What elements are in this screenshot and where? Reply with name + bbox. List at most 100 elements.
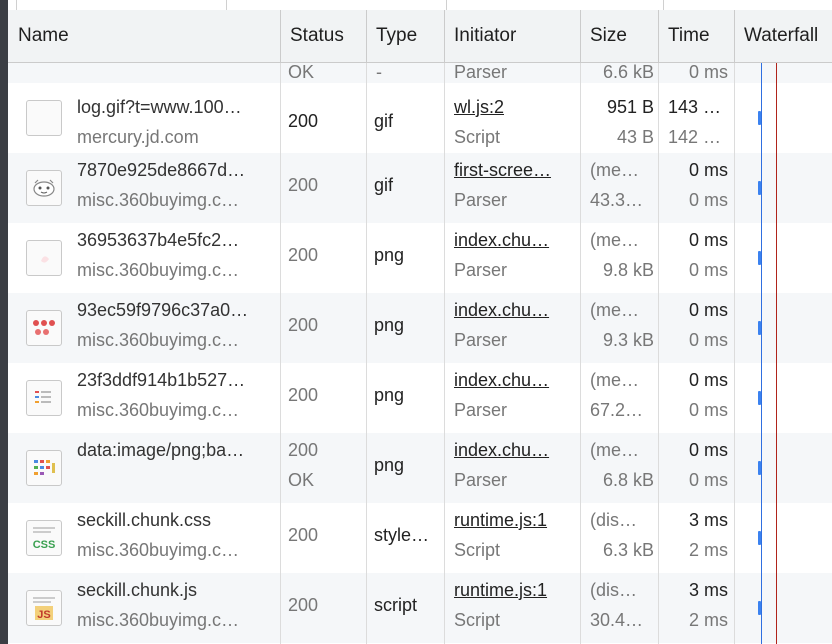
column-header-name[interactable]: Name: [8, 10, 280, 62]
mascot-image-icon: [26, 170, 62, 206]
colorful-sprite-image-icon: [26, 450, 62, 486]
initiator-sub: Parser: [454, 190, 508, 210]
table-row-partial[interactable]: OK - Parser 6.6 kB 0 ms: [8, 63, 832, 83]
initiator-sub: Script: [454, 540, 501, 560]
type-text: script: [374, 595, 418, 615]
time-text: 143 …: [668, 97, 722, 117]
resource-size-text: 6.3 kB: [602, 540, 654, 560]
initiator-link[interactable]: index.chu…: [454, 230, 549, 251]
waterfall-bar: [758, 461, 761, 475]
latency-text: 0 ms: [688, 190, 728, 210]
time-text: 0 ms: [688, 440, 728, 460]
initiator-sub: Parser: [454, 63, 508, 82]
initiator-link[interactable]: runtime.js:1: [454, 580, 547, 601]
size-text: (dis…: [590, 580, 638, 600]
waterfall-bar: [758, 321, 761, 335]
table-row[interactable]: log.gif?t=www.100… mercury.jd.com 200 gi…: [8, 83, 832, 153]
initiator-sub: Parser: [454, 330, 508, 350]
column-header-initiator[interactable]: Initiator: [444, 10, 580, 62]
latency-text: 142 …: [668, 127, 722, 147]
svg-text:JS: JS: [37, 609, 50, 621]
table-row[interactable]: data:image/png;ba… 200 OK png index.chu……: [8, 433, 832, 503]
status-text: 200: [288, 245, 319, 265]
list-image-icon: [26, 380, 62, 416]
network-panel: Name Status Type Initiator Size Time Wat…: [0, 0, 832, 644]
table-row[interactable]: 7870e925de8667d… misc.360buyimg.c… 200 g…: [8, 153, 832, 223]
request-domain: misc.360buyimg.c…: [77, 190, 240, 210]
table-header: Name Status Type Initiator Size Time Wat…: [8, 10, 832, 63]
waterfall-bar: [758, 601, 761, 615]
column-header-status[interactable]: Status: [280, 10, 366, 62]
table-row[interactable]: CSS seckill.chunk.css misc.360buyimg.c… …: [8, 503, 832, 573]
column-divider[interactable]: [280, 63, 281, 644]
column-header-type[interactable]: Type: [366, 10, 444, 62]
resource-size-text: 6.8 kB: [602, 470, 654, 490]
request-name[interactable]: 23f3ddf914b1b527…: [77, 370, 245, 391]
column-divider[interactable]: [658, 63, 659, 644]
size-text: (me…: [590, 440, 639, 460]
resource-size-text: 67.2…: [590, 400, 644, 420]
load-event-line: [776, 63, 777, 644]
size-text: (me…: [590, 370, 639, 390]
table-row[interactable]: 93ec59f9796c37a0… misc.360buyimg.c… 200 …: [8, 293, 832, 363]
request-domain: misc.360buyimg.c…: [77, 400, 240, 420]
dom-content-loaded-line: [761, 63, 762, 644]
type-text: png: [374, 315, 405, 335]
type-text: -: [376, 63, 382, 82]
waterfall-bar: [758, 391, 761, 405]
column-divider[interactable]: [444, 63, 445, 644]
initiator-link[interactable]: runtime.js:1: [454, 510, 547, 531]
column-header-time[interactable]: Time: [658, 10, 734, 62]
initiator-link[interactable]: index.chu…: [454, 440, 549, 461]
type-text: png: [374, 455, 405, 475]
type-text: style…: [374, 525, 430, 545]
waterfall-bar: [758, 111, 761, 125]
request-name[interactable]: 7870e925de8667d…: [77, 160, 245, 181]
initiator-sub: Script: [454, 127, 501, 147]
time-text: 0 ms: [688, 230, 728, 250]
status-text: OK: [288, 63, 315, 82]
request-domain: misc.360buyimg.c…: [77, 540, 240, 560]
request-domain: misc.360buyimg.c…: [77, 260, 240, 280]
initiator-sub: Parser: [454, 260, 508, 280]
type-text: gif: [374, 175, 394, 195]
waterfall-bar: [758, 181, 761, 195]
latency-text: 0 ms: [688, 470, 728, 490]
initiator-sub: Parser: [454, 400, 508, 420]
column-divider[interactable]: [366, 63, 367, 644]
request-name[interactable]: log.gif?t=www.100…: [77, 97, 242, 118]
column-divider[interactable]: [580, 63, 581, 644]
latency-text: 0 ms: [688, 260, 728, 280]
type-text: png: [374, 385, 405, 405]
column-header-size[interactable]: Size: [580, 10, 658, 62]
latency-text: 2 ms: [688, 610, 728, 630]
time-text: 0 ms: [688, 160, 728, 180]
request-name[interactable]: 36953637b4e5fc2…: [77, 230, 239, 251]
table-row[interactable]: 23f3ddf914b1b527… misc.360buyimg.c… 200 …: [8, 363, 832, 433]
resource-size-text: 9.3 kB: [602, 330, 654, 350]
status-text: 200: [288, 315, 319, 335]
column-header-waterfall[interactable]: Waterfall: [734, 10, 832, 62]
table-row[interactable]: 36953637b4e5fc2… misc.360buyimg.c… 200 p…: [8, 223, 832, 293]
blank-image-icon: [26, 100, 62, 136]
request-name[interactable]: seckill.chunk.js: [77, 580, 197, 601]
time-text: 3 ms: [688, 580, 728, 600]
time-text: 0 ms: [688, 370, 728, 390]
time-text: 3 ms: [688, 510, 728, 530]
resource-size-text: 43 B: [616, 127, 654, 147]
initiator-link[interactable]: index.chu…: [454, 370, 549, 391]
request-name[interactable]: 93ec59f9796c37a0…: [77, 300, 248, 321]
request-domain: misc.360buyimg.c…: [77, 610, 240, 630]
latency-text: 0 ms: [688, 400, 728, 420]
initiator-link[interactable]: index.chu…: [454, 300, 549, 321]
time-text: 0 ms: [688, 63, 728, 82]
pink-image-icon: [26, 240, 62, 276]
request-name[interactable]: seckill.chunk.css: [77, 510, 211, 531]
size-text: 6.6 kB: [602, 63, 654, 82]
column-divider[interactable]: [734, 63, 735, 644]
initiator-link[interactable]: wl.js:2: [454, 97, 504, 118]
initiator-link[interactable]: first-scree…: [454, 160, 551, 181]
initiator-sub: Script: [454, 610, 501, 630]
table-row[interactable]: JS seckill.chunk.js misc.360buyimg.c… 20…: [8, 573, 832, 643]
request-name[interactable]: data:image/png;ba…: [77, 440, 244, 461]
